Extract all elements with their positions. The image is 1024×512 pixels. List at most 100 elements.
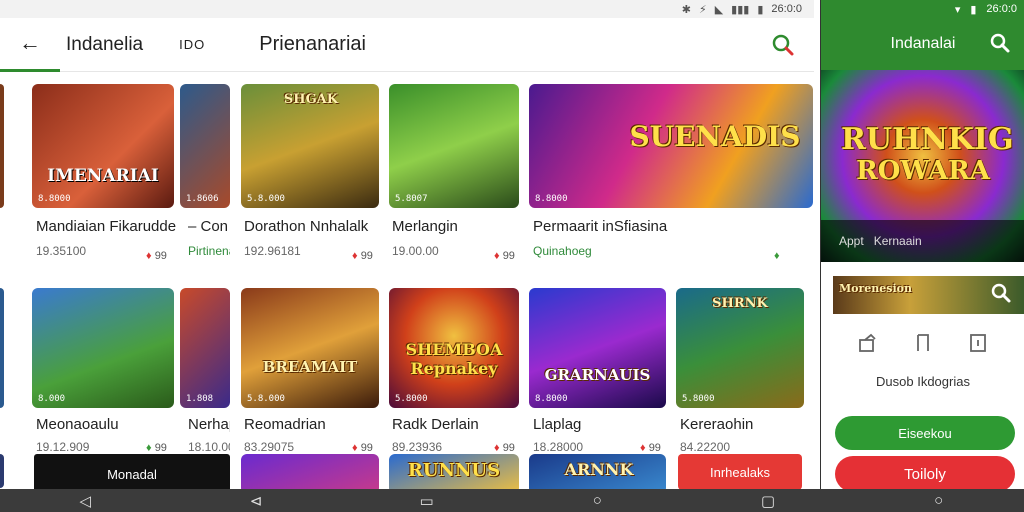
back-nav-icon[interactable]: ◁ — [65, 492, 105, 510]
app-thumbnail[interactable]: 1.8606 — [180, 84, 230, 208]
wifi-icon: ▾ — [954, 3, 961, 16]
app-thumbnail[interactable]: 1.808 — [180, 288, 230, 408]
thumb-stat: 5.8000 — [395, 394, 428, 404]
app-thumbnail[interactable]: SUENADIS 8.8000 — [529, 84, 813, 208]
red-popup-button[interactable]: Inrhealaks — [678, 454, 802, 490]
row-2: 8.000 Meonaoaulu 19.12.909 ♦ 99 1.808 Ne… — [0, 272, 814, 454]
app-downloads: 192.96181 — [244, 244, 301, 258]
app-downloads: 19.00.00 — [392, 244, 439, 258]
app-thumbnail[interactable]: 8.000 — [32, 288, 174, 408]
bluetooth-icon: ✱ — [681, 3, 691, 16]
app-title[interactable]: Radk Derlain — [392, 416, 522, 433]
thumb-banner: GRARNAUIS — [544, 366, 651, 384]
app-downloads: 89.23936 — [392, 440, 443, 454]
app-thumbnail[interactable]: RUNNUS — [389, 454, 519, 494]
app-thumbnail[interactable]: SHGAK 5.8.000 — [241, 84, 379, 208]
info-icon[interactable] — [967, 332, 989, 354]
app-thumbnail[interactable]: IMENARIAI 8.8000 — [32, 84, 174, 208]
rating-icon: ♦ — [146, 442, 152, 454]
search-icon[interactable] — [989, 32, 1011, 54]
search-icon[interactable] — [770, 32, 796, 58]
app-downloads: 18.28000 — [533, 440, 584, 454]
green-action-button[interactable]: Eiseekou — [835, 416, 1015, 450]
recents-nav-icon[interactable]: ▢ — [748, 492, 788, 510]
thumb-banner: SHGAK — [283, 92, 339, 107]
app-downloads: 18.10.00 — [188, 440, 230, 454]
screen: ✱ ⚡ ◣ ▮▮▮ ▮ 26:0:0 ← Indanelia IDO Prien… — [0, 0, 1024, 512]
app-title[interactable]: Permaarit inSfiasina — [533, 218, 733, 235]
status-time: 26:0:0 — [986, 3, 1017, 15]
dark-popup-button[interactable]: Monadal — [34, 454, 230, 494]
thumb-stat: 8.000 — [38, 394, 66, 404]
search-icon[interactable] — [990, 282, 1012, 304]
app-title[interactable]: Indanelia — [66, 34, 143, 56]
app-rating: ♦ 99 — [494, 250, 515, 262]
app-title[interactable]: Dorathon Nnhalalk — [244, 218, 384, 235]
thumb-stat: 5.8.000 — [247, 394, 285, 404]
hero-title-bottom: ROWARA — [856, 156, 990, 186]
home-nav-icon[interactable]: ○ — [577, 492, 617, 509]
app-developer: Quinahoeg — [533, 244, 592, 258]
sheet-description: Dusob Ikdogrias — [876, 374, 970, 389]
app-thumbnail[interactable]: 5.8007 — [389, 84, 519, 208]
app-title[interactable]: Kereraohin — [680, 416, 810, 433]
bottom-sheet: Dusob Ikdogrias Eiseekou Toiloly — [821, 314, 1024, 512]
thumb-banner: SUENADIS — [629, 120, 801, 153]
app-title[interactable]: – Con — [188, 218, 230, 235]
thumb-banner: IMENARIAI — [47, 166, 159, 186]
hero-caption: Appt Kernaain — [821, 220, 1024, 262]
rating-icon: ♦ — [494, 442, 500, 454]
app-thumbnail[interactable]: GRARNAUIS 8.8000 — [529, 288, 666, 408]
app-thumbnail[interactable]: BREAMAIT 5.8.000 — [241, 288, 379, 408]
app-title[interactable]: Nerhap — [188, 416, 230, 433]
app-rating: ♦ 99 — [494, 442, 515, 454]
thumb-stat: 1.8606 — [186, 194, 219, 204]
row-1: IMENARIAI 8.8000 Mandiaian Fikarudde 19.… — [0, 72, 814, 272]
thumb-banner: RUNNUS — [407, 460, 501, 481]
bookmark-icon[interactable] — [912, 332, 934, 354]
action-icons — [821, 332, 1024, 354]
app-rating: ♦ — [774, 250, 780, 262]
status-time: 26:0:0 — [771, 3, 802, 15]
hero-title-top: RUHNKIG — [841, 122, 1014, 157]
app-downloads: 19.12.909 — [36, 440, 90, 454]
app-title[interactable]: Meonaoaulu — [36, 416, 176, 433]
app-bar: ← Indanelia IDO Prienanariai — [0, 18, 814, 72]
red-action-button[interactable]: Toiloly — [835, 456, 1015, 492]
thumb-banner: BREAMAIT — [262, 358, 358, 376]
app-grid: IMENARIAI 8.8000 Mandiaian Fikarudde 19.… — [0, 72, 814, 512]
app-developer: Pirtinena — [188, 244, 230, 258]
recents-nav-icon[interactable]: ▭ — [407, 492, 447, 510]
thumb-stat: 8.8000 — [535, 194, 568, 204]
rating-icon: ♦ — [640, 442, 646, 454]
overview-nav-icon[interactable]: ⊲ — [236, 492, 276, 510]
thumb-banner: SHRNK — [712, 296, 768, 311]
app-title[interactable]: Llaplag — [533, 416, 663, 433]
app-downloads: 83.29075 — [244, 440, 295, 454]
navigation-bar: ◁ ⊲ ▭ ○ ▢ ○ — [0, 489, 1024, 512]
app-thumbnail[interactable]: SHEMBOA Repnakey 5.8000 — [389, 288, 519, 408]
tab-ido[interactable]: IDO — [179, 37, 205, 52]
home-nav-icon[interactable]: ○ — [919, 492, 959, 509]
rating-icon: ♦ — [774, 250, 780, 262]
status-bar: ✱ ⚡ ◣ ▮▮▮ ▮ 26:0:0 — [0, 0, 814, 18]
app-thumbnail[interactable]: ARNNK — [529, 454, 666, 494]
app-title[interactable]: Reomadrian — [244, 416, 384, 433]
app-rating: ♦ 99 — [146, 442, 167, 454]
signal-icon: ▮▮▮ — [731, 3, 750, 16]
share-icon[interactable] — [857, 332, 879, 354]
thumb-stat: 8.8000 — [535, 394, 568, 404]
app-downloads: 19.35100 — [36, 244, 87, 258]
app-title[interactable]: Merlangin — [392, 218, 522, 235]
back-button[interactable]: ← — [0, 18, 60, 72]
hero-banner[interactable]: RUHNKIG ROWARA Appt Kernaain — [821, 70, 1024, 262]
app-title[interactable]: Mandiaian Fikarudde — [36, 218, 176, 235]
thumb-stat: 5.8.000 — [247, 194, 285, 204]
hero-caption-a: Appt — [839, 234, 864, 248]
app-thumbnail[interactable]: SHRNK 5.8000 — [676, 288, 804, 408]
app-thumbnail[interactable] — [241, 454, 379, 494]
app-rating: ♦ 99 — [352, 442, 373, 454]
app-rating: ♦ 99 — [640, 442, 661, 454]
strip-banner: Morenesion — [839, 282, 913, 295]
tab-main[interactable]: Prienanariai — [259, 33, 366, 56]
